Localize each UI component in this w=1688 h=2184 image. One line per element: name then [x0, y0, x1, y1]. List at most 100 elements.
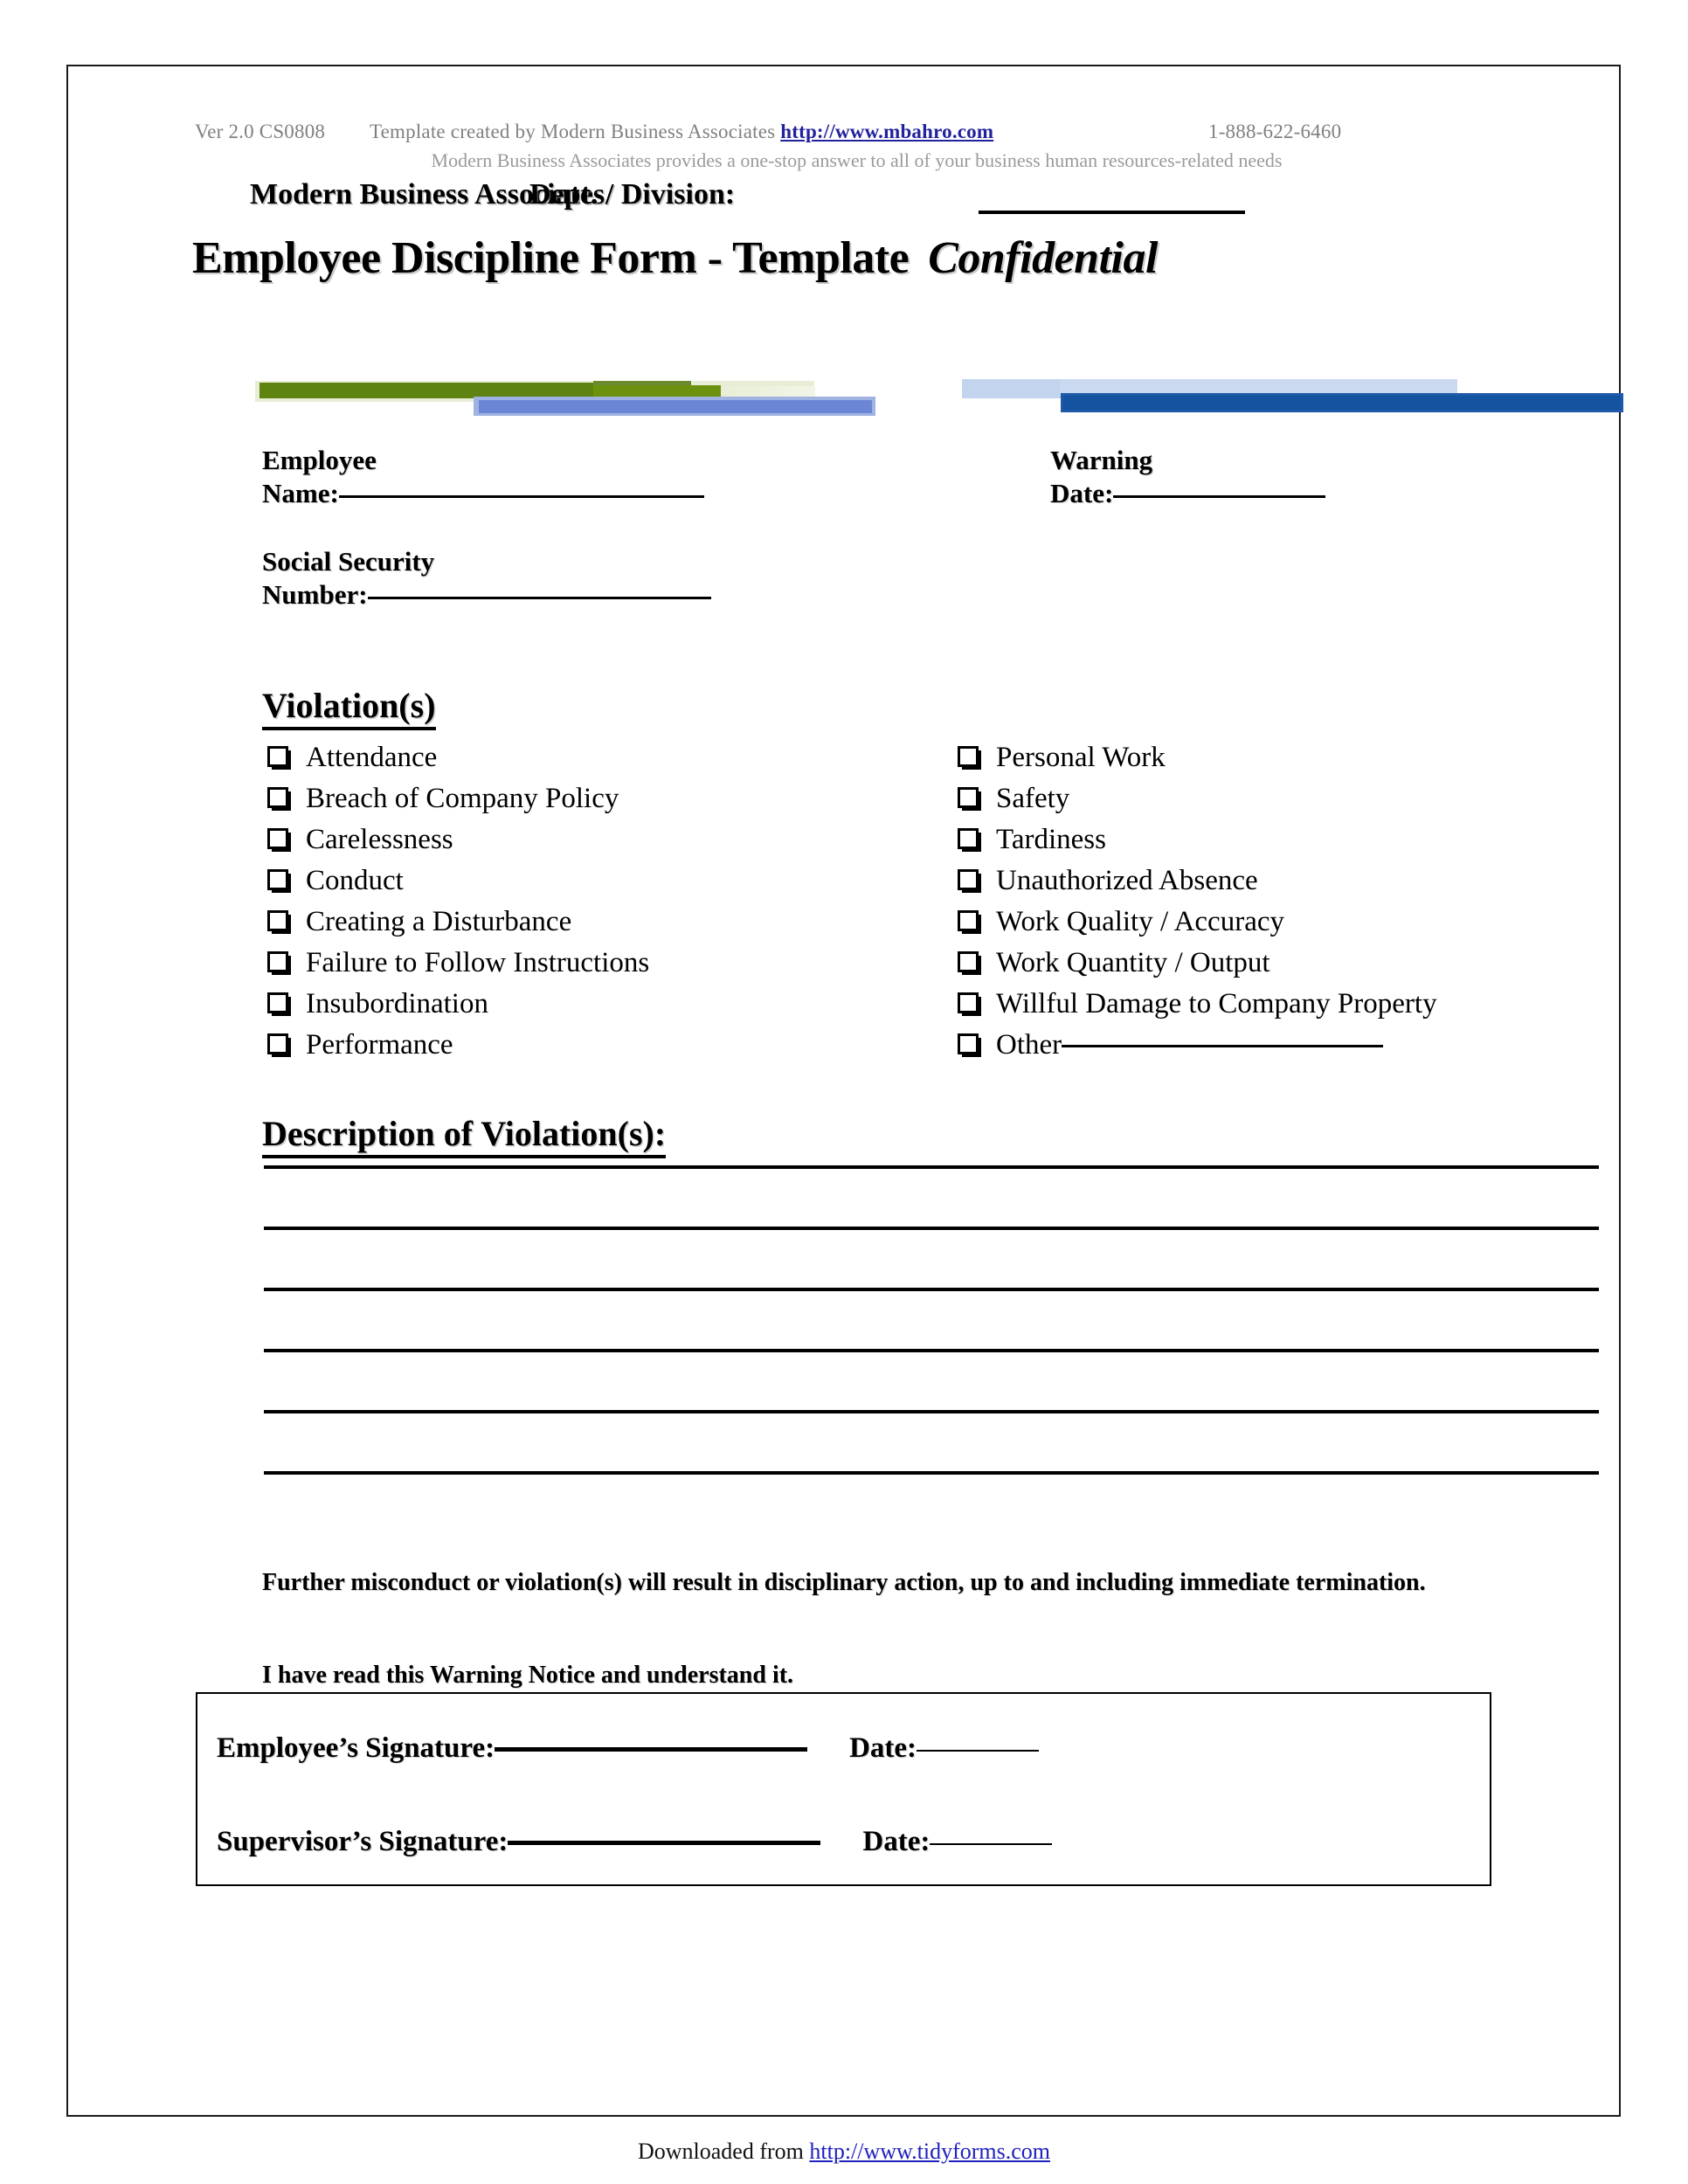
supervisor-signature-row: Supervisor’s Signature: Date: [217, 1826, 1440, 1858]
description-line[interactable] [264, 1227, 1599, 1230]
checkbox-icon[interactable] [958, 910, 979, 931]
violation-item[interactable]: Breach of Company Policy [267, 780, 649, 821]
description-line[interactable] [264, 1288, 1599, 1291]
employee-signature-row: Employee’s Signature: Date: [217, 1732, 1440, 1765]
checkbox-icon[interactable] [267, 1033, 288, 1054]
checkbox-icon[interactable] [958, 951, 979, 972]
violation-item[interactable]: Unauthorized Absence [958, 862, 1437, 903]
violation-label: Insubordination [306, 988, 488, 1019]
violation-label: Failure to Follow Instructions [306, 947, 650, 978]
violation-item[interactable]: Carelessness [267, 821, 649, 862]
violation-label: Safety [996, 783, 1070, 814]
template-credit: Template created by Modern Business Asso… [370, 121, 993, 143]
employee-name-label-line2: Name: [262, 477, 704, 510]
supervisor-signature-input[interactable] [508, 1841, 821, 1845]
checkbox-icon[interactable] [267, 828, 288, 849]
version-label: Ver 2.0 CS0808 [195, 121, 326, 142]
confidential-label: Confidential [928, 233, 1158, 283]
violation-item[interactable]: Personal Work [958, 739, 1437, 780]
description-heading: Description of Violation(s): [262, 1113, 667, 1158]
acknowledgement-statement: I have read this Warning Notice and unde… [262, 1662, 794, 1689]
phone-number: 1-888-622-6460 [1208, 121, 1342, 142]
page-footer: Downloaded from http://www.tidyforms.com [0, 2139, 1688, 2165]
violation-label: Conduct [306, 865, 404, 896]
violation-item[interactable]: Attendance [267, 739, 649, 780]
bar-periwinkle [479, 400, 872, 413]
employee-signature-input[interactable] [495, 1747, 808, 1752]
masthead: Ver 2.0 CS0808 Template created by Moder… [68, 121, 1619, 171]
violation-item[interactable]: Failure to Follow Instructions [267, 944, 649, 985]
violation-item[interactable]: Tardiness [958, 821, 1437, 862]
violation-label: Breach of Company Policy [306, 783, 619, 814]
violation-label: Work Quality / Accuracy [996, 906, 1284, 937]
checkbox-icon[interactable] [267, 869, 288, 890]
employee-date-label: Date: [849, 1732, 917, 1764]
warning-statement: Further misconduct or violation(s) will … [262, 1569, 1426, 1596]
mbahro-link[interactable]: http://www.mbahro.com [780, 121, 993, 142]
checkbox-icon[interactable] [958, 992, 979, 1013]
checkbox-icon[interactable] [958, 1033, 979, 1054]
employee-name-field: Employee Name: [262, 444, 704, 510]
violation-item[interactable]: Performance [267, 1026, 649, 1068]
warning-date-label-line1: Warning [1050, 445, 1153, 475]
decorative-bars [68, 374, 1623, 416]
employee-name-label-line1: Employee [262, 445, 377, 475]
violation-item[interactable]: Work Quantity / Output [958, 944, 1437, 985]
violation-label: Personal Work [996, 742, 1166, 773]
violation-label: Creating a Disturbance [306, 906, 572, 937]
ssn-input[interactable] [367, 597, 711, 599]
checkbox-icon[interactable] [267, 951, 288, 972]
warning-date-label-text: Date: [1050, 478, 1114, 508]
employee-date-input[interactable] [917, 1750, 1040, 1752]
employee-name-label-text: Name: [262, 478, 339, 508]
template-credit-text: Template created by Modern Business Asso… [370, 121, 776, 142]
employee-signature-label: Employee’s Signature: [217, 1732, 495, 1764]
violation-label: Work Quantity / Output [996, 947, 1270, 978]
violation-item[interactable]: Safety [958, 780, 1437, 821]
warning-date-label-line2: Date: [1050, 477, 1326, 510]
other-violation-input[interactable] [1062, 1045, 1384, 1047]
checkbox-icon[interactable] [267, 910, 288, 931]
bar-blue-dark [1063, 396, 1621, 410]
signature-box: Employee’s Signature: Date: Supervisor’s… [196, 1692, 1491, 1886]
ssn-label-line1: Social Security [262, 546, 435, 577]
violations-right-column: Personal Work Safety Tardiness Unauthorized… [958, 739, 1437, 1068]
ssn-label-text: Number: [262, 579, 368, 610]
violation-item[interactable]: Creating a Disturbance [267, 903, 649, 944]
violation-label: Performance [306, 1029, 453, 1061]
violation-item[interactable]: Conduct [267, 862, 649, 903]
violation-item[interactable]: Insubordination [267, 985, 649, 1026]
violation-label: Willful Damage to Company Property [996, 988, 1437, 1019]
checkbox-icon[interactable] [267, 992, 288, 1013]
page-frame: Ver 2.0 CS0808 Template created by Moder… [66, 65, 1623, 2117]
description-line[interactable] [264, 1349, 1599, 1352]
checkbox-icon[interactable] [958, 746, 979, 767]
checkbox-icon[interactable] [267, 787, 288, 808]
ssn-label-line2: Number: [262, 578, 711, 612]
masthead-tagline: Modern Business Associates provides a on… [431, 149, 1283, 171]
violation-item[interactable]: Work Quality / Accuracy [958, 903, 1437, 944]
description-line[interactable] [264, 1471, 1599, 1475]
violation-item[interactable]: Willful Damage to Company Property [958, 985, 1437, 1026]
violation-label: Other [996, 1026, 1384, 1063]
description-line[interactable] [264, 1165, 1599, 1169]
violations-left-column: Attendance Breach of Company Policy Carele… [267, 739, 649, 1068]
page-title-text: Employee Discipline Form - Template [192, 233, 910, 283]
description-lines [264, 1165, 1599, 1532]
employee-name-input[interactable] [338, 495, 704, 498]
tidyforms-link[interactable]: http://www.tidyforms.com [809, 2139, 1050, 2164]
violation-label: Unauthorized Absence [996, 865, 1258, 896]
violation-item[interactable]: Other [958, 1026, 1437, 1068]
checkbox-icon[interactable] [958, 787, 979, 808]
warning-date-input[interactable] [1113, 495, 1326, 498]
description-line[interactable] [264, 1410, 1599, 1413]
checkbox-icon[interactable] [958, 869, 979, 890]
checkbox-icon[interactable] [267, 746, 288, 767]
footer-prefix: Downloaded from [637, 2139, 810, 2164]
dept-division-input[interactable] [979, 211, 1245, 214]
violation-label: Attendance [306, 742, 438, 773]
checkbox-icon[interactable] [958, 828, 979, 849]
masthead-top-row: Ver 2.0 CS0808 Template created by Moder… [68, 121, 1619, 150]
page-title: Employee Discipline Form - Template Confi… [192, 232, 1158, 284]
supervisor-date-input[interactable] [930, 1843, 1053, 1845]
